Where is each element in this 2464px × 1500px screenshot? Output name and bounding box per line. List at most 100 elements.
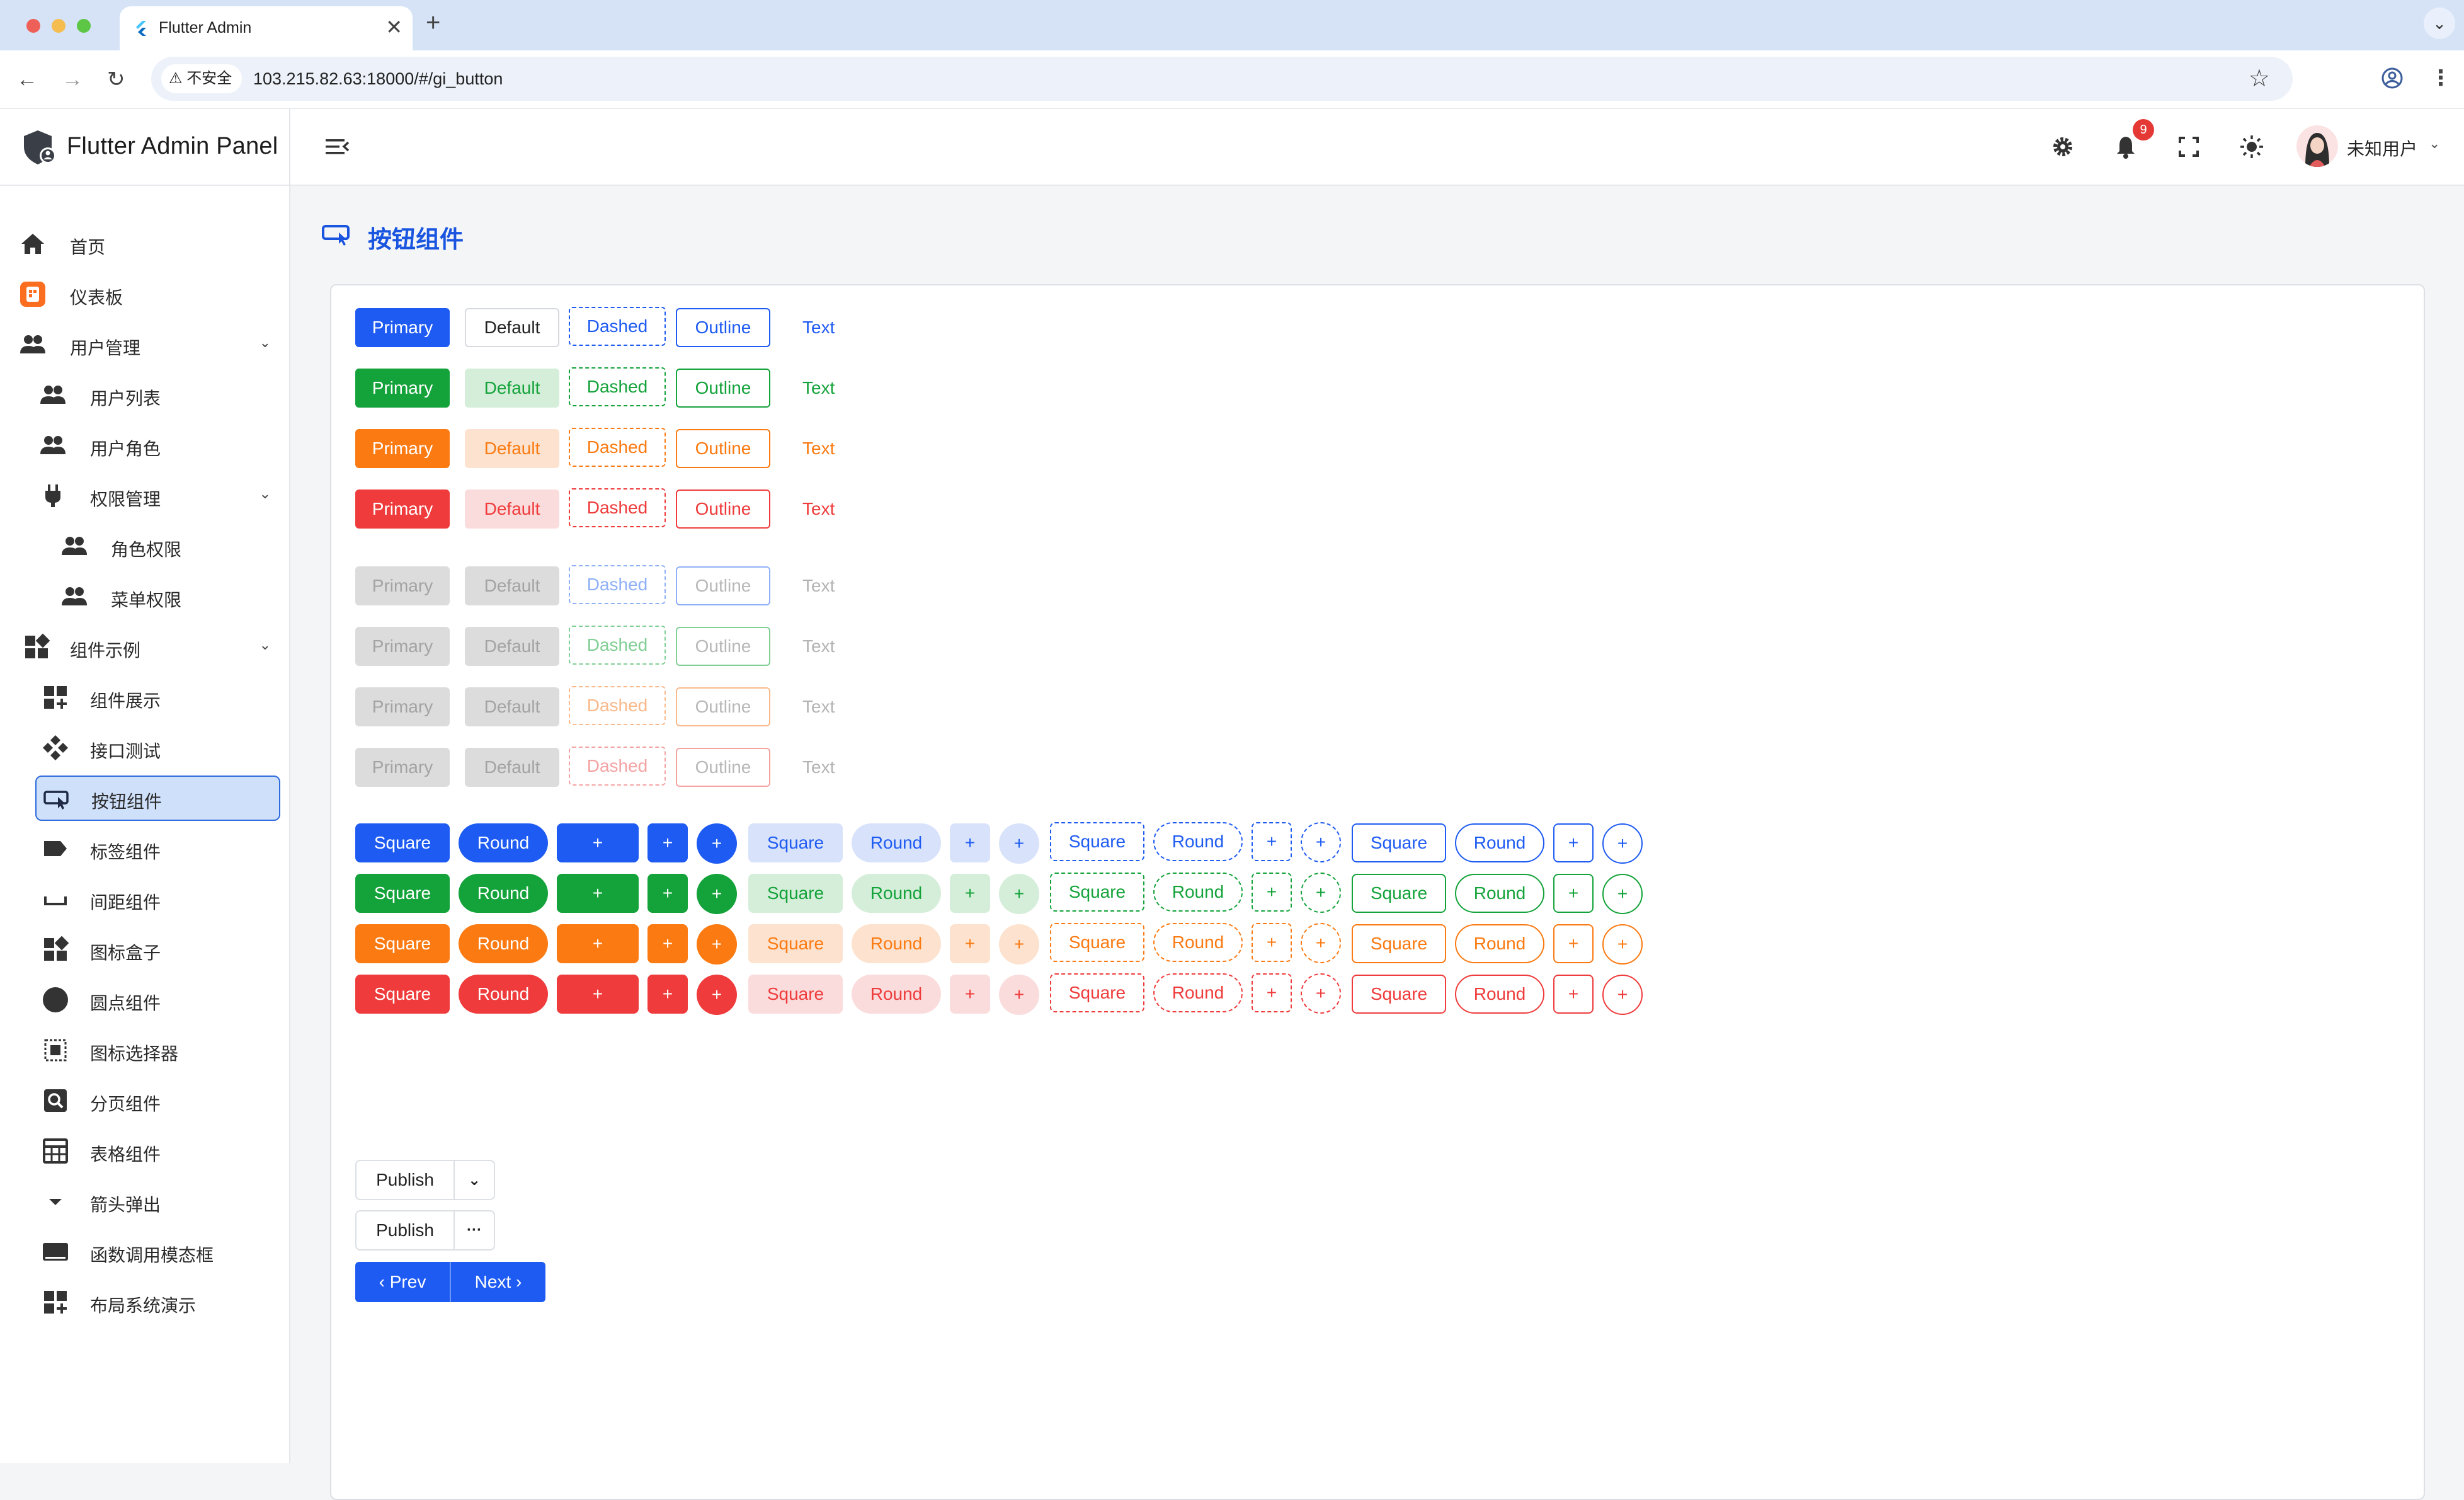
outline-button[interactable]: Outline — [676, 490, 770, 529]
plus-square-button[interactable]: + — [950, 874, 990, 913]
default-button[interactable]: Default — [465, 490, 559, 529]
browser-tab[interactable]: Flutter Admin ✕ — [120, 6, 413, 50]
outline-button[interactable]: Outline — [676, 429, 770, 468]
sidebar-item[interactable]: 用户角色 — [0, 424, 271, 467]
round-button[interactable]: Round — [1455, 823, 1544, 862]
outline-button-disabled[interactable]: Outline — [676, 748, 770, 787]
reload-icon[interactable]: ↻ — [107, 67, 125, 92]
square-button[interactable]: Square — [748, 975, 843, 1014]
sidebar-item[interactable]: 分页组件 — [0, 1079, 271, 1122]
sidebar-item[interactable]: 箭头弹出 — [0, 1180, 271, 1223]
sidebar-item[interactable]: 用户列表 — [0, 374, 271, 416]
plus-square-button[interactable]: + — [1252, 973, 1292, 1012]
sidebar-item[interactable]: 图标选择器 — [0, 1029, 271, 1072]
text-button[interactable]: Text — [802, 490, 853, 529]
sidebar-item[interactable]: 权限管理 ⌄ — [0, 474, 271, 517]
avatar[interactable] — [2296, 125, 2338, 167]
more-horizontal-icon[interactable]: ··· — [455, 1211, 494, 1249]
square-button[interactable]: Square — [355, 823, 450, 862]
round-button[interactable]: Round — [459, 924, 548, 963]
sidebar-item[interactable]: 间距组件 — [0, 878, 271, 920]
plus-wide-button[interactable]: + — [557, 874, 639, 913]
outline-button[interactable]: Outline — [676, 308, 770, 347]
new-tab-button[interactable]: + — [426, 9, 440, 37]
tab-close-icon[interactable]: ✕ — [385, 15, 402, 39]
chevron-down-icon[interactable]: ⌄ — [260, 637, 271, 653]
round-button[interactable]: Round — [1153, 923, 1243, 962]
default-button-disabled[interactable]: Default — [465, 627, 559, 666]
dashed-button-disabled[interactable]: Dashed — [569, 686, 666, 725]
sidebar-item[interactable]: 菜单权限 — [0, 575, 271, 618]
plus-circle-button[interactable]: + — [999, 823, 1039, 864]
plus-circle-button[interactable]: + — [1301, 923, 1341, 963]
plus-square-button[interactable]: + — [950, 975, 990, 1014]
settings-gear-icon[interactable] — [2048, 132, 2078, 162]
primary-button[interactable]: Primary — [355, 429, 450, 468]
username[interactable]: 未知用户 — [2347, 135, 2417, 161]
dashed-button[interactable]: Dashed — [569, 367, 666, 406]
square-button[interactable]: Square — [355, 874, 450, 913]
chevron-down-icon[interactable]: ⌄ — [260, 335, 271, 351]
chevron-down-icon[interactable]: ⌄ — [2429, 135, 2440, 152]
forward-arrow-icon[interactable]: → — [62, 67, 83, 92]
outline-button-disabled[interactable]: Outline — [676, 687, 770, 726]
outline-button[interactable]: Outline — [676, 369, 770, 408]
sidebar-item[interactable]: 图标盒子 — [0, 928, 271, 971]
primary-button-disabled[interactable]: Primary — [355, 566, 450, 605]
close-window-button[interactable] — [26, 19, 40, 33]
dashed-button[interactable]: Dashed — [569, 428, 666, 467]
square-button[interactable]: Square — [1352, 874, 1446, 913]
square-button[interactable]: Square — [1050, 822, 1144, 861]
sidebar-item[interactable]: 角色权限 — [0, 525, 271, 568]
plus-circle-button[interactable]: + — [1301, 822, 1341, 862]
round-button[interactable]: Round — [852, 823, 941, 862]
round-button[interactable]: Round — [1153, 822, 1243, 861]
plus-square-button[interactable]: + — [1252, 822, 1292, 861]
default-button[interactable]: Default — [465, 308, 559, 347]
tab-search-button[interactable]: ⌄ — [2424, 8, 2455, 39]
primary-button-disabled[interactable]: Primary — [355, 627, 450, 666]
square-button[interactable]: Square — [1352, 975, 1446, 1014]
square-button[interactable]: Square — [1050, 923, 1144, 962]
plus-circle-button[interactable]: + — [999, 924, 1039, 965]
text-button-disabled[interactable]: Text — [802, 687, 853, 726]
plus-square-button[interactable]: + — [1252, 923, 1292, 962]
publish-button[interactable]: Publish — [356, 1161, 453, 1199]
round-button[interactable]: Round — [1455, 975, 1544, 1014]
plus-square-button[interactable]: + — [950, 924, 990, 963]
text-button-disabled[interactable]: Text — [802, 566, 853, 605]
plus-square-button[interactable]: + — [1252, 873, 1292, 912]
menu-collapse-icon[interactable] — [322, 132, 352, 162]
back-arrow-icon[interactable]: ← — [16, 67, 38, 92]
square-button[interactable]: Square — [1352, 924, 1446, 963]
outline-button-disabled[interactable]: Outline — [676, 566, 770, 605]
text-button[interactable]: Text — [802, 308, 853, 347]
plus-square-button[interactable]: + — [950, 823, 990, 862]
primary-button[interactable]: Primary — [355, 490, 450, 529]
default-button-disabled[interactable]: Default — [465, 687, 559, 726]
sidebar-item[interactable]: 接口测试 — [0, 726, 271, 769]
dashed-button[interactable]: Dashed — [569, 307, 666, 346]
sidebar-item[interactable]: 仪表板 — [0, 273, 271, 316]
square-button[interactable]: Square — [1050, 873, 1144, 912]
plus-circle-button[interactable]: + — [1602, 874, 1643, 914]
round-button[interactable]: Round — [1153, 973, 1243, 1012]
plus-wide-button[interactable]: + — [557, 823, 639, 862]
plus-circle-button[interactable]: + — [697, 823, 737, 864]
plus-circle-button[interactable]: + — [697, 924, 737, 965]
dashed-button-disabled[interactable]: Dashed — [569, 626, 666, 665]
round-button[interactable]: Round — [459, 874, 548, 913]
security-chip[interactable]: ⚠ 不安全 — [161, 64, 242, 93]
round-button[interactable]: Round — [459, 975, 548, 1014]
sidebar-item[interactable]: 首页 — [0, 222, 271, 265]
round-button[interactable]: Round — [1153, 873, 1243, 912]
primary-button[interactable]: Primary — [355, 369, 450, 408]
square-button[interactable]: Square — [748, 874, 843, 913]
plus-circle-button[interactable]: + — [697, 874, 737, 914]
plus-square-button[interactable]: + — [1553, 975, 1594, 1014]
publish-button[interactable]: Publish — [356, 1211, 453, 1249]
url-text[interactable]: 103.215.82.63:18000/#/gi_button — [253, 69, 503, 89]
square-button[interactable]: Square — [355, 924, 450, 963]
sidebar-item[interactable]: 组件展示 — [0, 676, 271, 719]
sidebar-item[interactable]: 函数调用模态框 — [0, 1230, 271, 1273]
